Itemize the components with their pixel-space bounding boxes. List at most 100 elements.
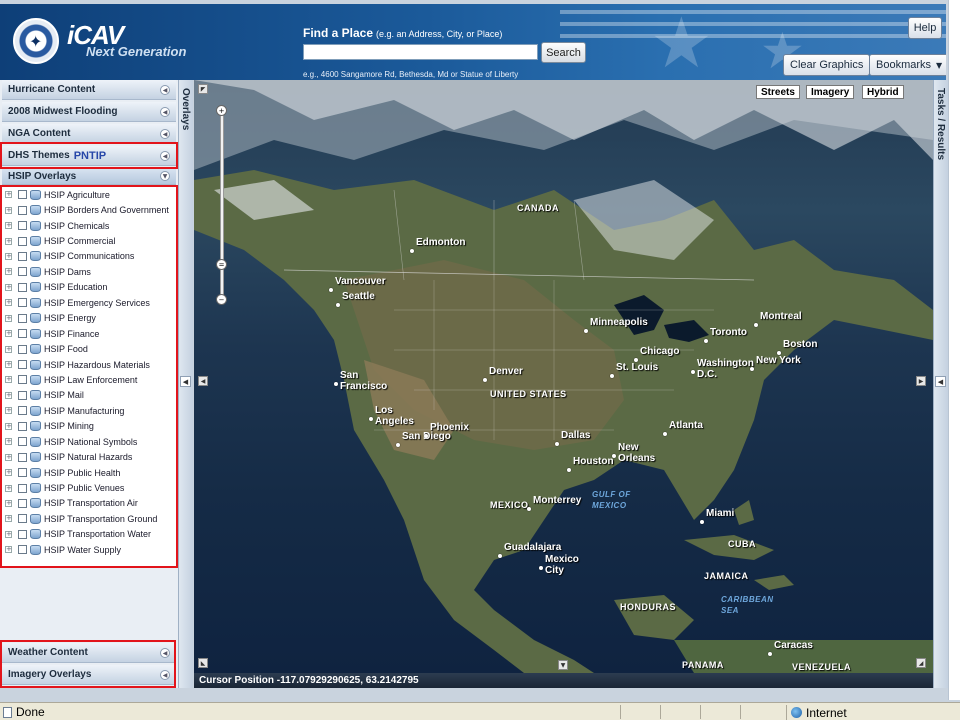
expand-icon[interactable]: ◀: [160, 107, 170, 117]
hybrid-button[interactable]: Hybrid: [862, 85, 904, 99]
expand-icon[interactable]: ◀: [160, 85, 170, 95]
city-marker-icon[interactable]: [610, 374, 614, 378]
expand-plus-icon[interactable]: +: [5, 407, 12, 415]
overlay-list-item[interactable]: + HSIP Mining: [2, 419, 176, 434]
zoom-slider-track[interactable]: [220, 110, 224, 300]
overlay-list-item[interactable]: + HSIP Transportation Air: [2, 496, 176, 511]
bookmarks-button[interactable]: Bookmarks ▼: [869, 54, 946, 76]
help-button[interactable]: Help: [908, 17, 942, 39]
overlay-checkbox[interactable]: [18, 406, 27, 416]
overlay-list-item[interactable]: + HSIP Hazardous Materials: [2, 357, 176, 372]
zoom-out-icon[interactable]: −: [216, 294, 227, 305]
overlay-list-item[interactable]: + HSIP Food: [2, 341, 176, 356]
overlay-list-item[interactable]: + HSIP Energy: [2, 311, 176, 326]
collapse-icon[interactable]: ▼: [160, 171, 170, 181]
expand-plus-icon[interactable]: +: [5, 438, 12, 446]
city-marker-icon[interactable]: [336, 303, 340, 307]
expand-plus-icon[interactable]: +: [5, 391, 12, 399]
tasks-results-side-tab[interactable]: Tasks / Results ◀: [933, 80, 948, 688]
imagery-button[interactable]: Imagery: [806, 85, 855, 99]
expand-plus-icon[interactable]: +: [5, 268, 12, 276]
city-marker-icon[interactable]: [700, 520, 704, 524]
expand-plus-icon[interactable]: +: [5, 237, 12, 245]
pan-east-icon[interactable]: ▶: [916, 376, 926, 386]
expand-plus-icon[interactable]: +: [5, 283, 12, 291]
city-marker-icon[interactable]: [369, 417, 373, 421]
overlay-checkbox[interactable]: [18, 529, 27, 539]
expand-icon[interactable]: ◀: [160, 151, 170, 161]
section-nga-content[interactable]: NGA Content ◀: [2, 124, 176, 144]
overlay-list-item[interactable]: + HSIP Natural Hazards: [2, 449, 176, 464]
overlay-checkbox[interactable]: [18, 437, 27, 447]
overlay-list-item[interactable]: + HSIP Manufacturing: [2, 403, 176, 418]
overlay-list-item[interactable]: + HSIP Water Supply: [2, 542, 176, 557]
overlay-checkbox[interactable]: [18, 298, 27, 308]
overlay-checkbox[interactable]: [18, 344, 27, 354]
expand-plus-icon[interactable]: +: [5, 422, 12, 430]
overlay-checkbox[interactable]: [18, 251, 27, 261]
overlay-checkbox[interactable]: [18, 498, 27, 508]
expand-icon[interactable]: ◀: [160, 129, 170, 139]
overlay-list-item[interactable]: + HSIP Dams: [2, 264, 176, 279]
overlay-checkbox[interactable]: [18, 452, 27, 462]
city-marker-icon[interactable]: [539, 566, 543, 570]
city-marker-icon[interactable]: [567, 468, 571, 472]
expand-icon[interactable]: ◀: [160, 648, 170, 658]
overlay-checkbox[interactable]: [18, 313, 27, 323]
city-marker-icon[interactable]: [584, 329, 588, 333]
expand-plus-icon[interactable]: +: [5, 206, 12, 214]
overlay-checkbox[interactable]: [18, 282, 27, 292]
expand-plus-icon[interactable]: +: [5, 314, 12, 322]
overlay-checkbox[interactable]: [18, 468, 27, 478]
expand-plus-icon[interactable]: +: [5, 361, 12, 369]
overlays-side-tab[interactable]: Overlays ◀: [178, 80, 193, 688]
city-marker-icon[interactable]: [754, 323, 758, 327]
city-marker-icon[interactable]: [527, 507, 531, 511]
overlay-checkbox[interactable]: [18, 360, 27, 370]
place-search-input[interactable]: [303, 44, 538, 60]
city-marker-icon[interactable]: [555, 442, 559, 446]
overlay-checkbox[interactable]: [18, 190, 27, 200]
overlay-checkbox[interactable]: [18, 390, 27, 400]
section-weather-content[interactable]: Weather Content ◀: [2, 643, 176, 663]
pan-northwest-icon[interactable]: ◤: [198, 84, 208, 94]
city-marker-icon[interactable]: [410, 249, 414, 253]
overlay-checkbox[interactable]: [18, 236, 27, 246]
city-marker-icon[interactable]: [396, 443, 400, 447]
overlay-list-item[interactable]: + HSIP Borders And Government: [2, 202, 176, 217]
expand-plus-icon[interactable]: +: [5, 376, 12, 384]
overlay-checkbox[interactable]: [18, 221, 27, 231]
expand-plus-icon[interactable]: +: [5, 453, 12, 461]
overlay-list-item[interactable]: + HSIP Law Enforcement: [2, 372, 176, 387]
expand-plus-icon[interactable]: +: [5, 546, 12, 554]
overlay-checkbox[interactable]: [18, 545, 27, 555]
expand-left-icon[interactable]: ◀: [935, 376, 946, 387]
section-imagery-overlays[interactable]: Imagery Overlays ◀: [2, 665, 176, 685]
expand-plus-icon[interactable]: +: [5, 530, 12, 538]
overlay-checkbox[interactable]: [18, 421, 27, 431]
window-scrollbar[interactable]: [948, 0, 960, 700]
city-marker-icon[interactable]: [424, 434, 428, 438]
zoom-handle[interactable]: =: [216, 259, 227, 270]
overlay-checkbox[interactable]: [18, 267, 27, 277]
city-marker-icon[interactable]: [691, 370, 695, 374]
overlay-checkbox[interactable]: [18, 514, 27, 524]
section-hsip-overlays[interactable]: HSIP Overlays ▼: [2, 168, 176, 185]
city-marker-icon[interactable]: [663, 432, 667, 436]
overlay-checkbox[interactable]: [18, 375, 27, 385]
expand-plus-icon[interactable]: +: [5, 299, 12, 307]
section-dhs-themes[interactable]: DHS Themes PNTIP ◀: [2, 146, 176, 166]
overlay-list-item[interactable]: + HSIP Transportation Water: [2, 527, 176, 542]
clear-graphics-button[interactable]: Clear Graphics: [783, 54, 871, 76]
expand-plus-icon[interactable]: +: [5, 469, 12, 477]
expand-plus-icon[interactable]: +: [5, 222, 12, 230]
overlay-list-item[interactable]: + HSIP National Symbols: [2, 434, 176, 449]
expand-plus-icon[interactable]: +: [5, 499, 12, 507]
overlay-list-item[interactable]: + HSIP Agriculture: [2, 187, 176, 202]
pan-south-icon[interactable]: ▼: [558, 660, 568, 670]
expand-plus-icon[interactable]: +: [5, 484, 12, 492]
city-marker-icon[interactable]: [498, 554, 502, 558]
overlay-checkbox[interactable]: [18, 205, 27, 215]
overlay-list-item[interactable]: + HSIP Commercial: [2, 233, 176, 248]
pan-west-icon[interactable]: ◀: [198, 376, 208, 386]
